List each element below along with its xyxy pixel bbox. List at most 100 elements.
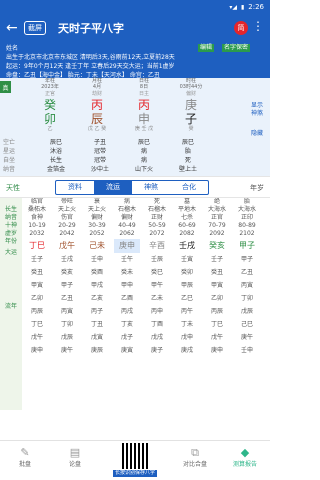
liunian-cell[interactable]: 乙卯 [24, 292, 50, 305]
liunian-cell[interactable]: 丁亥 [114, 318, 140, 331]
nav-pipan[interactable]: ✎ 批盘 [0, 441, 50, 480]
liunian-cell[interactable]: 乙丑 [54, 292, 80, 305]
tab-ziliao[interactable]: 资料 [56, 181, 94, 194]
liunian-cell[interactable]: 丁巳 [204, 318, 230, 331]
dayun-col[interactable]: 墓 平地木 七杀 60-69 2082 壬戌 壬寅 癸卯 甲辰 乙巳 丙午 丁未 戊申 庚戌 [174, 198, 200, 357]
dayun-col[interactable]: 帝旺 天上火 伤官 20-29 2042 戊午 壬戌 癸亥 甲子 乙丑 丙寅 丁卯 戊辰 庚午 [54, 198, 80, 357]
liunian-cell[interactable]: 甲子 [234, 253, 260, 266]
shensha-link[interactable]: 神煞 [248, 110, 266, 118]
liunian-cell[interactable]: 甲辰 [174, 279, 200, 292]
liunian-cell[interactable]: 壬子 [204, 253, 230, 266]
liunian-cell[interactable]: 癸卯 [174, 266, 200, 279]
liunian-cell[interactable]: 癸丑 [204, 266, 230, 279]
tab-hehua[interactable]: 合化 [170, 181, 208, 194]
dayun-col[interactable]: 胎 大海水 正印 80-89 2102 甲子 甲子 乙丑 丙寅 丁卯 戊辰 己巳 庚午 壬申 [234, 198, 260, 357]
liunian-cell[interactable]: 乙酉 [114, 292, 140, 305]
liunian-cell[interactable]: 庚午 [54, 344, 80, 357]
nav-report[interactable]: ◆ 测算报告 [220, 441, 270, 480]
liunian-cell[interactable]: 丙寅 [234, 279, 260, 292]
true-solar-time-tab[interactable]: 真 [0, 81, 11, 93]
liunian-cell[interactable]: 丁卯 [234, 292, 260, 305]
liunian-cell[interactable]: 壬戌 [54, 253, 80, 266]
screenshot-button[interactable]: 截屏 [24, 21, 46, 35]
liunian-cell[interactable]: 丁酉 [144, 318, 170, 331]
liunian-cell[interactable]: 癸丑 [24, 266, 50, 279]
liunian-cell[interactable]: 乙亥 [84, 292, 110, 305]
pillar-shishen: 日主 [138, 91, 149, 97]
show-link[interactable]: 显示 [248, 102, 266, 110]
liunian-cell[interactable]: 癸巳 [144, 266, 170, 279]
qr-code-box[interactable]: 长按识别保存八字 [100, 441, 170, 480]
liunian-cell[interactable]: 丙辰 [24, 305, 50, 318]
liunian-cell[interactable]: 壬辰 [144, 253, 170, 266]
liunian-cell[interactable]: 戊午 [204, 331, 230, 344]
liunian-cell[interactable]: 丁巳 [24, 318, 50, 331]
liunian-cell[interactable]: 丙辰 [204, 305, 230, 318]
liunian-cell[interactable]: 丁丑 [84, 318, 110, 331]
liunian-cell[interactable]: 庚戌 [174, 344, 200, 357]
liunian-cell[interactable]: 丙戌 [114, 305, 140, 318]
liunian-cell[interactable]: 甲寅 [204, 279, 230, 292]
compare-icon: ⧉ [191, 446, 199, 459]
liunian-cell[interactable]: 甲寅 [24, 279, 50, 292]
liunian-cell[interactable]: 壬子 [24, 253, 50, 266]
liunian-cell[interactable]: 甲戌 [84, 279, 110, 292]
liunian-cell[interactable]: 戊辰 [234, 305, 260, 318]
pillar-canggan: 乙 [47, 126, 53, 132]
back-arrow-icon[interactable]: ← [6, 20, 20, 36]
liunian-cell[interactable]: 癸未 [114, 266, 140, 279]
liunian-cell[interactable]: 戊戌 [144, 331, 170, 344]
liunian-cell[interactable]: 乙卯 [204, 292, 230, 305]
liunian-cell[interactable]: 庚寅 [114, 344, 140, 357]
liunian-cell[interactable]: 甲子 [54, 279, 80, 292]
nav-lunpan[interactable]: ▤ 论盘 [50, 441, 100, 480]
liunian-cell[interactable]: 乙丑 [234, 266, 260, 279]
more-options-icon[interactable]: ⋮ [252, 19, 264, 33]
liunian-cell[interactable]: 癸酉 [84, 266, 110, 279]
dayun-age: 70-79 [208, 222, 226, 229]
liunian-cell[interactable]: 丙子 [84, 305, 110, 318]
tab-shensha[interactable]: 神煞 [132, 181, 170, 194]
liunian-cell[interactable]: 戊寅 [84, 331, 110, 344]
dayun-col[interactable]: 病 石榴木 偏财 40-49 2062 庚申 壬午 癸未 甲申 乙酉 丙戌 丁亥 戊子 庚寅 [114, 198, 140, 357]
liunian-cell[interactable]: 庚申 [24, 344, 50, 357]
tianxing-toggle[interactable]: 天性 [6, 183, 20, 193]
liunian-cell[interactable]: 乙未 [144, 292, 170, 305]
hide-link[interactable]: 隐藏 [248, 130, 266, 138]
liunian-cell[interactable]: 甲午 [144, 279, 170, 292]
tab-liuyun[interactable]: 流运 [94, 181, 132, 194]
name-secret-button[interactable]: 名字保密 [222, 44, 251, 52]
nav-compare[interactable]: ⧉ 对比合盘 [170, 441, 220, 480]
year-age-selector[interactable]: 年岁 [250, 183, 264, 193]
liunian-cell[interactable]: 乙巳 [174, 292, 200, 305]
liunian-cell[interactable]: 戊午 [24, 331, 50, 344]
liunian-cell[interactable]: 壬申 [234, 344, 260, 357]
liunian-cell[interactable]: 壬午 [114, 253, 140, 266]
shensha-toggle[interactable]: 显示 神煞 隐藏 [248, 102, 266, 138]
liunian-cell[interactable]: 甲申 [114, 279, 140, 292]
liunian-cell[interactable]: 己巳 [234, 318, 260, 331]
liunian-cell[interactable]: 壬寅 [174, 253, 200, 266]
dayun-col[interactable]: 死 石榴木 正财 50-59 2072 辛酉 壬辰 癸巳 甲午 乙未 丙申 丁酉 戊戌 庚子 [144, 198, 170, 357]
dayun-col[interactable]: 临官 桑柘木 食神 10-19 2032 丁巳 壬子 癸丑 甲寅 乙卯 丙辰 丁巳 戊午 庚申 [24, 198, 50, 357]
liunian-cell[interactable]: 丙午 [174, 305, 200, 318]
liunian-cell[interactable]: 丁未 [174, 318, 200, 331]
simplified-toggle-button[interactable]: 简 [234, 21, 248, 35]
liunian-cell[interactable]: 庚子 [144, 344, 170, 357]
liunian-cell[interactable]: 庚午 [234, 331, 260, 344]
liunian-cell[interactable]: 庚辰 [84, 344, 110, 357]
dayun-col[interactable]: 绝 大海水 正官 70-79 2092 癸亥 壬子 癸丑 甲寅 乙卯 丙辰 丁巳 戊午 庚申 [204, 198, 230, 357]
liunian-cell[interactable]: 丙申 [144, 305, 170, 318]
dayun-col[interactable]: 衰 天上火 偏财 30-39 2052 己未 壬申 癸酉 甲戌 乙亥 丙子 丁丑 戊寅 庚辰 [84, 198, 110, 357]
liunian-cell[interactable]: 丙寅 [54, 305, 80, 318]
liunian-cell[interactable]: 丁卯 [54, 318, 80, 331]
side-label-changsheng: 长生 [4, 206, 17, 213]
liunian-cell[interactable]: 庚申 [204, 344, 230, 357]
liunian-cell[interactable]: 戊子 [114, 331, 140, 344]
liunian-cell[interactable]: 壬申 [84, 253, 110, 266]
dayun-ganzhi: 丁巳 [29, 241, 45, 250]
liunian-cell[interactable]: 戊申 [174, 331, 200, 344]
edit-button[interactable]: 编辑 [198, 44, 215, 52]
liunian-cell[interactable]: 癸亥 [54, 266, 80, 279]
liunian-cell[interactable]: 戊辰 [54, 331, 80, 344]
